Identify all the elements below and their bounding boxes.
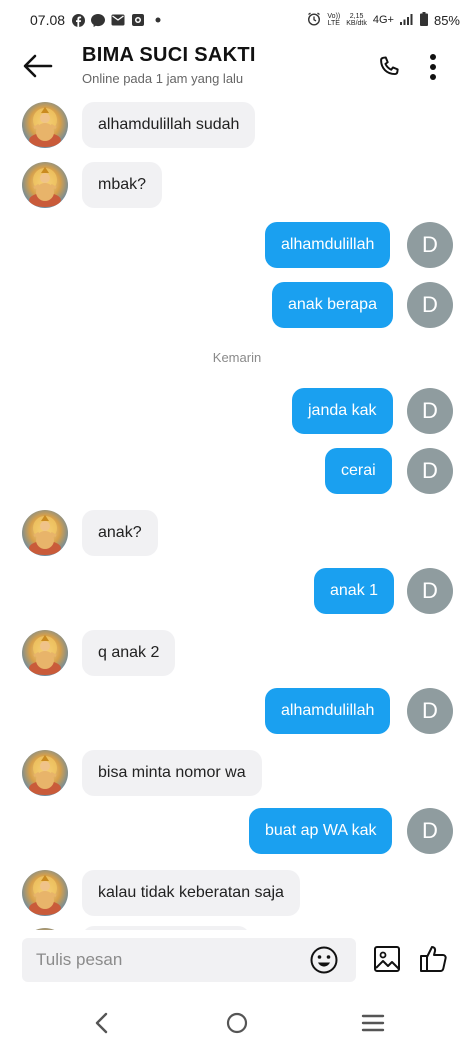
self-avatar: D [407,282,453,328]
call-button[interactable] [372,52,406,86]
contact-avatar[interactable] [22,870,68,916]
message-row-outgoing: buat ap WA kak D [0,808,474,856]
self-avatar: D [407,388,453,434]
emoji-button[interactable] [309,945,339,975]
incoming-message-bubble[interactable]: kalau tidak keberatan saja [82,870,300,916]
back-button[interactable] [18,50,58,86]
network-type: 4G+ [372,14,394,26]
network-speed: 2,15 KB/dtk [346,13,367,27]
self-avatar: D [407,688,453,734]
app-icon [131,13,145,27]
dot-icon [151,13,165,27]
self-avatar: D [407,808,453,854]
facebook-icon [71,13,85,27]
outgoing-message-bubble[interactable]: janda kak [292,388,393,434]
send-image-button[interactable] [372,944,404,976]
self-avatar: D [407,568,453,614]
arrow-left-icon [23,54,53,83]
signal-icon [399,13,414,28]
incoming-message-bubble[interactable]: alhamdulillah sudah [82,102,256,148]
outgoing-message-bubble[interactable]: anak berapa [272,282,393,328]
more-options-button[interactable] [420,50,446,88]
message-row-incoming: q anak 2 [0,628,474,676]
battery-level: 85% [433,12,460,28]
smiley-icon [309,946,339,979]
message-row-incoming: alhamdulillah sudah [0,100,474,148]
outgoing-message-bubble[interactable]: anak 1 [314,568,395,614]
phone-icon [376,54,402,85]
nav-recents-icon [361,1013,385,1038]
contact-avatar[interactable] [22,162,68,208]
message-row-outgoing: anak berapa D [0,282,474,330]
incoming-message-bubble[interactable]: bisa minta nomor wa [82,750,262,796]
message-row-outgoing: anak 1 D [0,568,474,616]
incoming-message-bubble[interactable]: mbak? [82,162,163,208]
self-avatar: D [407,222,453,268]
contact-avatar[interactable] [22,630,68,676]
outgoing-message-bubble[interactable]: cerai [325,448,392,494]
chat-header: BIMA SUCI SAKTI Online pada 1 jam yang l… [0,40,474,96]
battery-icon [419,11,428,29]
date-separator: Kemarin [212,350,262,365]
message-row-incoming: kalau tidak keberatan saja [0,868,474,916]
message-input[interactable] [22,938,302,982]
contact-avatar[interactable] [22,750,68,796]
alarm-icon [307,11,321,29]
message-row-incoming: anak? [0,508,474,556]
composer-bar [0,930,474,990]
nav-back-icon [94,1012,108,1039]
contact-avatar[interactable] [22,102,68,148]
incoming-message-bubble[interactable]: anak? [82,510,158,556]
nav-recents-button[interactable] [358,1012,388,1038]
nav-home-icon [225,1011,249,1040]
message-row-incoming: mbak? [0,160,474,208]
message-row-outgoing: cerai D [0,448,474,496]
outgoing-message-bubble[interactable]: alhamdulillah [265,688,391,734]
like-button[interactable] [418,942,452,976]
messenger-icon [91,13,106,27]
chat-title-area[interactable]: BIMA SUCI SAKTI Online pada 1 jam yang l… [82,44,256,86]
image-icon [372,946,402,978]
contact-avatar[interactable] [22,510,68,556]
mail-icon [111,13,125,27]
system-nav-bar [0,998,474,1052]
message-row-outgoing: alhamdulillah D [0,222,474,270]
message-list[interactable]: alhamdulillah sudah mbak? alhamdulillah … [0,96,474,930]
message-row-outgoing: alhamdulillah D [0,688,474,736]
nav-home-button[interactable] [222,1012,252,1038]
outgoing-message-bubble[interactable]: buat ap WA kak [249,808,393,854]
message-row-incoming: bisa minta nomor wa [0,748,474,796]
volte-indicator: Vo)) LTE [327,13,341,27]
status-time: 07.08 [30,12,66,28]
nav-back-button[interactable] [86,1012,116,1038]
more-vertical-icon [429,53,437,86]
message-input-container [22,938,356,982]
last-seen-status: Online pada 1 jam yang lalu [82,71,244,86]
self-avatar: D [407,448,453,494]
contact-name: BIMA SUCI SAKTI [82,44,256,66]
outgoing-message-bubble[interactable]: alhamdulillah [265,222,391,268]
thumbs-up-icon [418,946,450,978]
status-bar: 07.08 Vo)) LTE 2,15 KB/dtk 4G+ 85% [0,0,474,40]
incoming-message-bubble[interactable]: q anak 2 [82,630,176,676]
message-row-outgoing: janda kak D [0,388,474,436]
